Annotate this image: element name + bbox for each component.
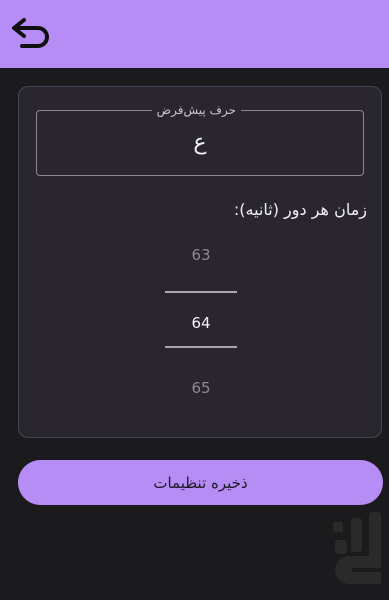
- save-settings-button[interactable]: ذخیره تنظیمات: [18, 460, 383, 505]
- picker-current-value[interactable]: 64: [165, 313, 237, 333]
- settings-card: حرف پیش‌فرض ع زمان هر دور (ثانیه): 63 64…: [18, 86, 382, 438]
- round-time-label: زمان هر دور (ثانیه):: [233, 200, 367, 219]
- back-arrow-icon: [12, 18, 49, 48]
- picker-next-value[interactable]: 65: [165, 378, 237, 398]
- picker-previous-value[interactable]: 63: [165, 245, 237, 265]
- default-letter-field[interactable]: حرف پیش‌فرض ع: [36, 102, 364, 176]
- app-header: [0, 0, 389, 68]
- back-button[interactable]: [8, 12, 56, 56]
- picker-top-divider: [165, 291, 237, 293]
- default-letter-value[interactable]: ع: [37, 129, 363, 157]
- default-letter-label: حرف پیش‌فرض: [151, 102, 241, 118]
- store-logo-icon: [333, 512, 381, 584]
- picker-bottom-divider: [165, 346, 237, 348]
